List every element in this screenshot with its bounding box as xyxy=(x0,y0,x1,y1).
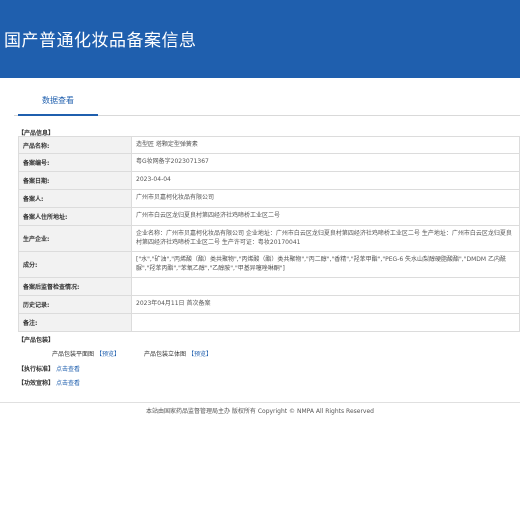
table-row: 备注: xyxy=(18,313,520,332)
row-label: 备案后监督检查情况: xyxy=(18,277,132,296)
standard-label: 【执行标准】 xyxy=(18,366,55,373)
table-row: 生产企业: 企业名称：广州市贝嘉柯化妆品有限公司 企业地址：广州市白云区龙归夏良… xyxy=(18,225,520,252)
packaging-solid-label: 产品包装立体图 xyxy=(144,351,187,358)
table-row: 产品名称: 造型匠 塔颗定型弹簧素 xyxy=(18,136,520,154)
row-label: 备案人住所地址: xyxy=(18,207,132,226)
filing-date-value: 2023-04-04 xyxy=(131,171,520,190)
packaging-solid-row: 产品包装立体图 【预览】 xyxy=(144,349,212,358)
ingredients-value: ["水","矿油","丙烯酸（酯）类共聚物","丙烯酸（酯）类共聚物","丙二醇… xyxy=(131,251,520,278)
packaging-flat-label: 产品包装平面图 xyxy=(52,351,95,358)
packaging-solid-preview-link[interactable]: 【预览】 xyxy=(188,351,212,358)
table-row: 备案编号: 粤G妆网备字2023071367 xyxy=(18,153,520,172)
packaging-flat-preview-link[interactable]: 【预览】 xyxy=(96,351,120,358)
footer-copyright: 本站由国家药品监督管理局主办 版权所有 Copyright © NMPA All… xyxy=(146,408,374,415)
row-label: 备注: xyxy=(18,313,132,332)
packaging-section-label: 【产品包装】 xyxy=(18,337,55,344)
table-row: 备案人: 广州市贝嘉柯化妆品有限公司 xyxy=(18,189,520,208)
product-name-value: 造型匠 塔颗定型弹簧素 xyxy=(131,136,520,154)
remarks-value xyxy=(131,313,520,332)
history-value: 2023年04月11日 首次备案 xyxy=(131,295,520,314)
table-row: 备案日期: 2023-04-04 xyxy=(18,171,520,190)
inspection-value xyxy=(131,277,520,296)
filer-value: 广州市贝嘉柯化妆品有限公司 xyxy=(131,189,520,208)
efficacy-label: 【功效宣称】 xyxy=(18,380,55,387)
row-label: 备案日期: xyxy=(18,171,132,190)
page-title: 国产普通化妆品备案信息 xyxy=(4,31,197,51)
tab-data-view[interactable]: 数据查看 xyxy=(18,86,98,116)
manufacturer-value: 企业名称：广州市贝嘉柯化妆品有限公司 企业地址：广州市白云区龙归夏良村第四经济社… xyxy=(131,225,520,252)
row-label: 历史记录: xyxy=(18,295,132,314)
tab-bar: 数据查看 xyxy=(14,86,520,116)
row-label: 产品名称: xyxy=(18,136,132,154)
header-banner: 国产普通化妆品备案信息 xyxy=(0,0,520,78)
row-label: 备案人: xyxy=(18,189,132,208)
product-info-table: 产品名称: 造型匠 塔颗定型弹簧素 备案编号: 粤G妆网备字2023071367… xyxy=(18,136,520,332)
efficacy-view-link[interactable]: 点击查看 xyxy=(56,380,80,387)
filing-number-value: 粤G妆网备字2023071367 xyxy=(131,153,520,172)
table-row: 成分: ["水","矿油","丙烯酸（酯）类共聚物","丙烯酸（酯）类共聚物",… xyxy=(18,251,520,278)
filer-address-value: 广州市白云区龙归夏良村第四经济社鸡啼桥工业区二号 xyxy=(131,207,520,226)
efficacy-row: 【功效宣称】 点击查看 xyxy=(18,378,80,387)
row-label: 备案编号: xyxy=(18,153,132,172)
row-label: 成分: xyxy=(18,251,132,278)
standard-row: 【执行标准】 点击查看 xyxy=(18,364,80,373)
table-row: 历史记录: 2023年04月11日 首次备案 xyxy=(18,295,520,314)
row-label: 生产企业: xyxy=(18,225,132,252)
table-row: 备案人住所地址: 广州市白云区龙归夏良村第四经济社鸡啼桥工业区二号 xyxy=(18,207,520,226)
table-row: 备案后监督检查情况: xyxy=(18,277,520,296)
packaging-flat-row: 产品包装平面图 【预览】 xyxy=(52,349,120,358)
standard-view-link[interactable]: 点击查看 xyxy=(56,366,80,373)
footer-divider xyxy=(0,402,520,403)
